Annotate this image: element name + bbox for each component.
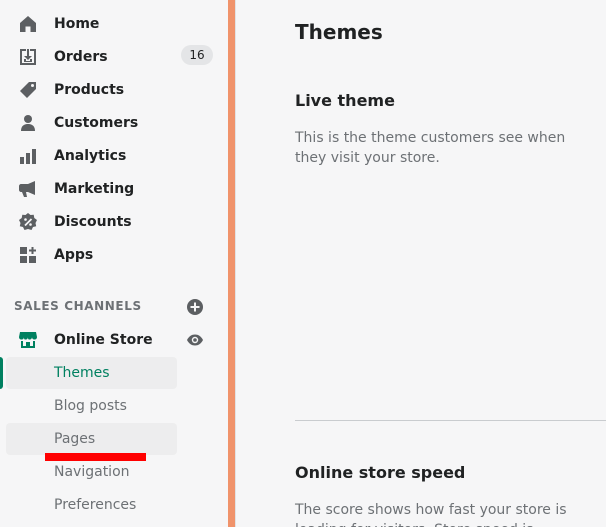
nav-label: Marketing xyxy=(54,181,135,197)
subnav-label: Pages xyxy=(54,431,96,447)
live-theme-description: This is the theme customers see when the… xyxy=(295,130,566,166)
subnav-item-navigation[interactable]: Navigation xyxy=(6,456,177,488)
nav-item-analytics[interactable]: Analytics xyxy=(0,139,228,172)
page-title: Themes xyxy=(295,20,383,44)
store-speed-description: The score shows how fast your store is l… xyxy=(295,502,567,527)
sidebar: Home Orders 16 Products Customers Analyt… xyxy=(0,0,228,527)
nav-label: Discounts xyxy=(54,214,132,230)
subnav-label: Navigation xyxy=(54,464,130,480)
subnav-item-pages[interactable]: Pages xyxy=(6,423,177,455)
discount-icon xyxy=(18,212,38,232)
nav-label: Apps xyxy=(54,247,94,263)
add-channel-plus-icon[interactable] xyxy=(186,298,204,316)
person-icon xyxy=(18,113,38,133)
nav-label: Customers xyxy=(54,115,139,131)
store-icon xyxy=(18,330,38,350)
store-speed-title: Online store speed xyxy=(295,463,466,482)
nav-item-home[interactable]: Home xyxy=(0,7,228,40)
nav-item-marketing[interactable]: Marketing xyxy=(0,172,228,205)
apps-icon xyxy=(18,245,38,265)
nav-label: Orders xyxy=(54,49,108,65)
nav-item-products[interactable]: Products xyxy=(0,73,228,106)
subnav-item-preferences[interactable]: Preferences xyxy=(6,489,177,521)
nav-item-discounts[interactable]: Discounts xyxy=(0,205,228,238)
subnav-label: Themes xyxy=(54,365,110,381)
sales-channels-header: SALES CHANNELS xyxy=(14,299,142,313)
home-icon xyxy=(18,14,38,34)
subnav-label: Preferences xyxy=(54,497,137,513)
orders-icon xyxy=(18,47,38,67)
main-content: Themes Live theme This is the theme cust… xyxy=(235,0,606,527)
nav-item-customers[interactable]: Customers xyxy=(0,106,228,139)
nav-label: Analytics xyxy=(54,148,127,164)
subnav-item-blog-posts[interactable]: Blog posts xyxy=(6,390,177,422)
section-divider xyxy=(295,420,606,421)
eye-icon[interactable] xyxy=(186,331,204,349)
nav-label: Online Store xyxy=(54,332,153,348)
live-theme-title: Live theme xyxy=(295,91,395,110)
nav-label: Products xyxy=(54,82,125,98)
tag-icon xyxy=(18,80,38,100)
orders-count-badge: 16 xyxy=(181,45,213,65)
sidebar-divider xyxy=(228,0,235,527)
subnav-item-themes[interactable]: Themes xyxy=(6,357,177,389)
nav-item-apps[interactable]: Apps xyxy=(0,238,228,271)
bar-chart-icon xyxy=(18,146,38,166)
megaphone-icon xyxy=(18,179,38,199)
nav-label: Home xyxy=(54,16,100,32)
active-indicator xyxy=(0,357,3,389)
subnav-label: Blog posts xyxy=(54,398,127,414)
